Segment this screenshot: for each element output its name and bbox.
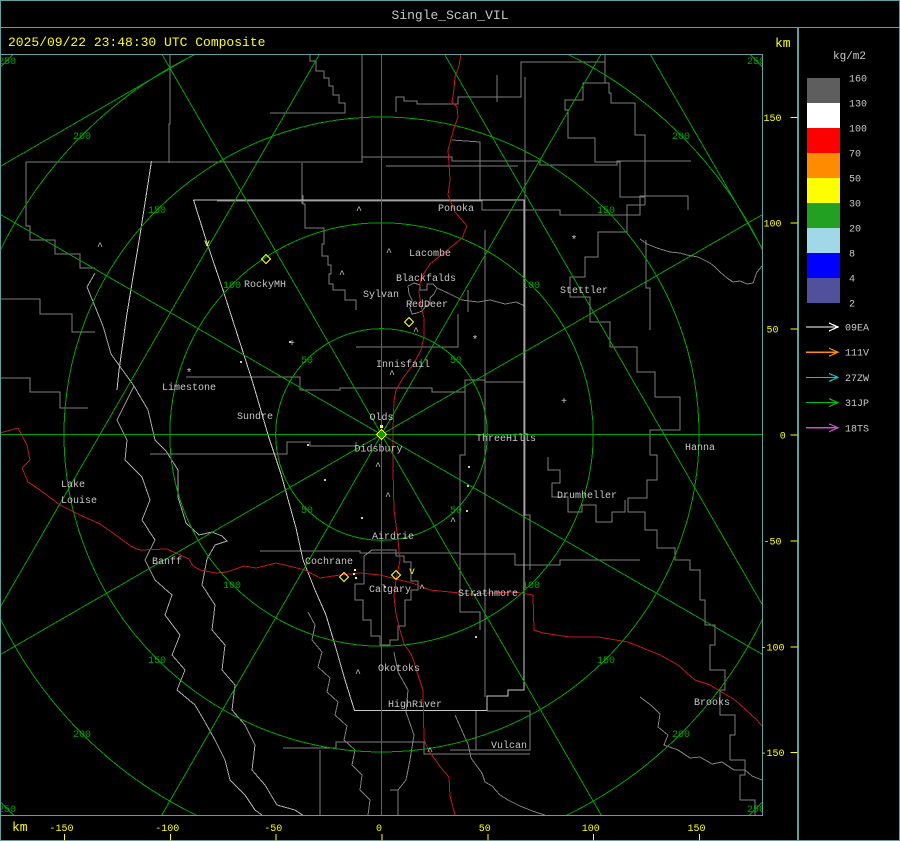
svg-text:50: 50: [450, 506, 462, 517]
svg-text:^: ^: [339, 270, 345, 281]
svg-text:100: 100: [223, 281, 241, 292]
svg-text:km: km: [775, 36, 791, 51]
svg-text:*: *: [571, 235, 578, 247]
svg-text:Sylvan: Sylvan: [363, 289, 399, 301]
svg-text:09EA: 09EA: [845, 324, 869, 335]
svg-text:RockyMH: RockyMH: [244, 279, 286, 291]
svg-text:Airdrie: Airdrie: [372, 531, 414, 543]
svg-text:Brooks: Brooks: [694, 697, 730, 709]
svg-text:250: 250: [0, 57, 16, 68]
svg-text:150: 150: [597, 656, 615, 667]
svg-text:4: 4: [849, 275, 855, 286]
svg-text:200: 200: [672, 132, 690, 143]
svg-text:^: ^: [375, 462, 381, 473]
svg-text:-100: -100: [155, 824, 179, 835]
svg-text:20: 20: [849, 225, 861, 236]
svg-text:-50: -50: [763, 537, 781, 548]
svg-text:v: v: [409, 567, 415, 578]
svg-text:*: *: [472, 335, 479, 347]
svg-text:70: 70: [849, 150, 861, 161]
svg-text:200: 200: [672, 730, 690, 741]
svg-text:50: 50: [301, 506, 313, 517]
svg-text:100: 100: [522, 281, 540, 292]
svg-text:^: ^: [97, 242, 103, 253]
svg-text:Ponoka: Ponoka: [438, 203, 474, 215]
svg-text:-150: -150: [760, 749, 784, 760]
svg-text:ThreeHills: ThreeHills: [476, 433, 536, 445]
svg-text:Single_Scan_VIL: Single_Scan_VIL: [391, 8, 508, 23]
svg-text:8: 8: [849, 250, 855, 261]
svg-text:Lacombe: Lacombe: [409, 248, 451, 260]
svg-text:Okotoks: Okotoks: [378, 663, 420, 675]
svg-text:-100: -100: [760, 643, 784, 654]
svg-text:50: 50: [849, 175, 861, 186]
svg-text:-150: -150: [49, 824, 73, 835]
svg-text:50: 50: [450, 356, 462, 367]
svg-text:100: 100: [582, 824, 600, 835]
svg-text:100: 100: [849, 125, 867, 136]
svg-text:^: ^: [427, 747, 433, 758]
svg-text:130: 130: [849, 100, 867, 111]
svg-text:-50: -50: [264, 824, 282, 835]
svg-text:^: ^: [413, 327, 419, 338]
svg-text:Vulcan: Vulcan: [491, 740, 527, 752]
svg-text:Calgary: Calgary: [369, 584, 411, 596]
svg-text:150: 150: [148, 656, 166, 667]
svg-text:100: 100: [763, 220, 781, 231]
svg-text:^: ^: [355, 669, 361, 680]
svg-text:100: 100: [223, 581, 241, 592]
svg-text:50: 50: [301, 356, 313, 367]
svg-text:km: km: [12, 820, 28, 835]
svg-text:0: 0: [780, 432, 786, 443]
svg-text:Blackfalds: Blackfalds: [396, 273, 456, 285]
svg-text:Stettler: Stettler: [560, 285, 608, 297]
svg-text:Hanna: Hanna: [685, 443, 715, 454]
svg-text:^: ^: [386, 248, 392, 259]
svg-text:*: *: [186, 368, 193, 380]
svg-text:50: 50: [766, 326, 778, 337]
svg-text:150: 150: [763, 114, 781, 125]
svg-text:27ZW: 27ZW: [845, 374, 869, 385]
svg-text:150: 150: [687, 824, 705, 835]
svg-text:Strathmore: Strathmore: [458, 588, 518, 600]
svg-text:v: v: [204, 239, 210, 250]
svg-text:0: 0: [376, 824, 382, 835]
svg-text:18TS: 18TS: [845, 424, 869, 435]
svg-text:250: 250: [0, 805, 16, 816]
svg-text:Banff: Banff: [152, 556, 182, 568]
svg-text:kg/m2: kg/m2: [833, 51, 866, 63]
svg-text:Lake: Lake: [61, 479, 85, 491]
svg-text:111V: 111V: [845, 349, 869, 360]
svg-text:31JP: 31JP: [845, 399, 869, 410]
svg-text:Olds: Olds: [370, 412, 394, 424]
svg-text:Drumheller: Drumheller: [557, 490, 617, 502]
svg-text:^: ^: [385, 492, 391, 503]
svg-text:^: ^: [356, 206, 362, 217]
svg-text:2: 2: [849, 300, 855, 311]
svg-text:Didsbury: Didsbury: [355, 444, 403, 456]
svg-text:50: 50: [479, 824, 491, 835]
svg-text:RedDeer: RedDeer: [406, 299, 448, 311]
svg-text:Limestone: Limestone: [162, 382, 216, 394]
svg-text:+: +: [289, 339, 295, 350]
svg-text:Cochrane: Cochrane: [305, 556, 353, 568]
svg-text:Innisfail: Innisfail: [376, 359, 430, 371]
svg-text:^: ^: [419, 584, 425, 595]
svg-text:160: 160: [849, 75, 867, 86]
svg-text:200: 200: [73, 132, 91, 143]
svg-text:^: ^: [389, 370, 395, 381]
svg-text:200: 200: [73, 730, 91, 741]
svg-text:Sundre: Sundre: [237, 411, 273, 423]
svg-text:^: ^: [450, 517, 456, 528]
svg-text:+: +: [561, 397, 567, 408]
svg-text:2025/09/22 23:48:30 UTC Compos: 2025/09/22 23:48:30 UTC Composite: [8, 35, 265, 50]
svg-text:30: 30: [849, 200, 861, 211]
svg-text:150: 150: [148, 206, 166, 217]
svg-text:HighRiver: HighRiver: [388, 699, 442, 711]
svg-text:Louise: Louise: [61, 495, 97, 507]
svg-text:100: 100: [522, 581, 540, 592]
svg-text:150: 150: [597, 206, 615, 217]
